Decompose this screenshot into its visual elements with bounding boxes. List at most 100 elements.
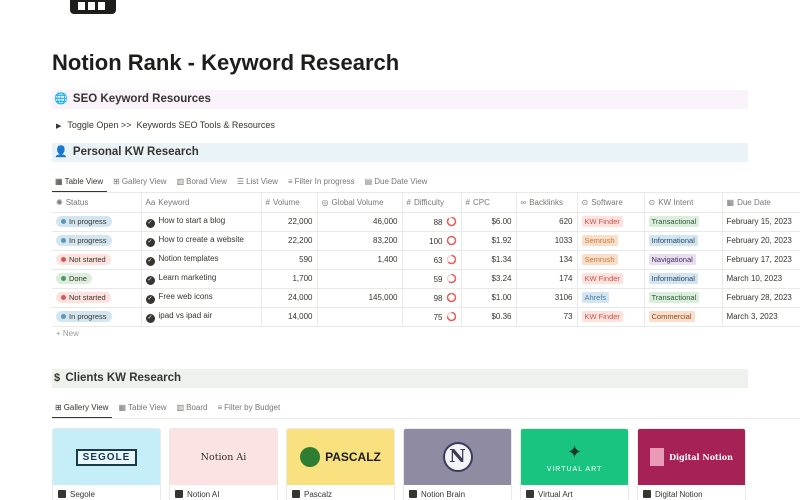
card-cover-image[interactable]: SEGOLE [53,429,160,485]
difficulty-cell[interactable]: 100 [402,231,462,251]
table-row[interactable]: Not started ✓ Notion templates 590 1,400 63 $1… [52,250,800,270]
status-badge[interactable]: In progress [56,311,112,322]
status-badge[interactable]: In progress [56,216,112,227]
card-title[interactable]: Notion AI [175,490,219,499]
client-card[interactable]: N Notion Brain [403,428,512,500]
due-date-cell[interactable]: February 17, 2023 [722,250,800,270]
software-tag[interactable]: Semrush [581,235,618,246]
backlinks-cell[interactable]: 3106 [516,288,578,308]
kw-intent-tag[interactable]: Transactional [648,216,700,227]
column-header-backlinks[interactable]: ∞ Backlinks [516,193,578,213]
card-title[interactable]: Digital Notion [643,490,703,499]
keyword-cell[interactable]: ✓ How to create a website [141,231,262,251]
status-cell[interactable]: In progress [52,307,142,327]
kw-intent-tag[interactable]: Navigational [648,254,696,265]
cpc-cell[interactable]: $6.00 [461,212,517,232]
kw-intent-tag[interactable]: Commercial [648,311,695,322]
view-tab-list-view[interactable]: ☰ List View [234,173,282,191]
volume-cell[interactable]: 1,700 [261,269,318,289]
global-volume-cell[interactable]: 46,000 [317,212,403,232]
kw-intent-cell[interactable]: Commercial [644,307,723,327]
cpc-cell[interactable]: $1.00 [461,288,517,308]
table-row[interactable]: Done ✓ Learn marketing 1,700 59 $3.24 174 KW Fi… [52,269,800,289]
client-card[interactable]: ✦ VIRTUAL ART Virtual Art [520,428,629,500]
backlinks-cell[interactable]: 134 [516,250,578,270]
software-tag[interactable]: Ahrefs [581,292,610,303]
status-badge[interactable]: Done [56,273,92,284]
view-tab-filter-in-progress[interactable]: ≡ Filter In progress [285,173,359,191]
due-date-cell[interactable]: February 28, 2023 [722,288,800,308]
due-date-cell[interactable]: March 10, 2023 [722,269,800,289]
status-cell[interactable]: Not started [52,250,142,270]
card-cover-image[interactable]: Digital Notion [638,429,745,485]
view-tab-due-date-view[interactable]: ▤ Due Date View [362,173,432,191]
card-title[interactable]: Pascalz [292,490,332,499]
toggle-triangle-icon[interactable]: ▶ [56,123,61,130]
column-header-keyword[interactable]: Aa Keyword [141,193,262,213]
view-tab-gallery-view[interactable]: ⊞ Gallery View [110,173,170,191]
status-cell[interactable]: In progress [52,212,142,232]
view-tab-board[interactable]: ▥ Board [174,399,212,417]
table-row[interactable]: In progress ✓ How to create a website 22,20… [52,231,800,251]
global-volume-cell[interactable]: 83,200 [317,231,403,251]
backlinks-cell[interactable]: 620 [516,212,578,232]
software-tag[interactable]: KW Finder [581,273,623,284]
view-tab-filter-by-budget[interactable]: ≡ Filter by Budget [215,399,285,417]
column-header-global-volume[interactable]: ◎ Global Volume [317,193,403,213]
difficulty-cell[interactable]: 88 [402,212,462,232]
keyword-cell[interactable]: ✓ Learn marketing [141,269,262,289]
cpc-cell[interactable]: $0.36 [461,307,517,327]
software-cell[interactable]: KW Finder [577,212,645,232]
table-row[interactable]: In progress ✓ How to start a blog 22,000 46,… [52,212,800,232]
kw-intent-cell[interactable]: Transactional [644,212,723,232]
client-card[interactable]: PASCALZ Pascalz [286,428,395,500]
kw-intent-tag[interactable]: Transactional [648,292,700,303]
volume-cell[interactable]: 22,000 [261,212,318,232]
global-volume-cell[interactable] [317,269,403,289]
volume-cell[interactable]: 14,000 [261,307,318,327]
column-header-difficulty[interactable]: # Difficulty [402,193,462,213]
column-header-cpc[interactable]: # CPC [461,193,517,213]
keywords-tools-toggle[interactable]: ▶ Toggle Open >> Keywords SEO Tools & Res… [56,120,275,130]
backlinks-cell[interactable]: 174 [516,269,578,289]
table-row[interactable]: In progress ✓ ipad vs ipad air 14,000 75 $0.3… [52,307,800,327]
card-title[interactable]: Notion Brain [409,490,465,499]
volume-cell[interactable]: 24,000 [261,288,318,308]
backlinks-cell[interactable]: 1033 [516,231,578,251]
due-date-cell[interactable]: February 20, 2023 [722,231,800,251]
software-tag[interactable]: KW Finder [581,216,623,227]
software-cell[interactable]: Semrush [577,231,645,251]
due-date-cell[interactable]: March 3, 2023 [722,307,800,327]
keyword-cell[interactable]: ✓ Notion templates [141,250,262,270]
client-card[interactable]: SEGOLE Segole [52,428,161,500]
status-badge[interactable]: Not started [56,292,111,303]
client-card[interactable]: Digital Notion Digital Notion [637,428,746,500]
column-header-software[interactable]: ⊙ Software [577,193,645,213]
software-cell[interactable]: Semrush [577,250,645,270]
view-tab-gallery-view[interactable]: ⊞ Gallery View [52,399,113,419]
status-cell[interactable]: Not started [52,288,142,308]
difficulty-cell[interactable]: 63 [402,250,462,270]
view-tab-table-view[interactable]: ▦ Table View [52,173,108,193]
card-cover-image[interactable]: ✦ VIRTUAL ART [521,429,628,485]
card-cover-image[interactable]: N [404,429,511,485]
kw-intent-cell[interactable]: Transactional [644,288,723,308]
due-date-cell[interactable]: February 15, 2023 [722,212,800,232]
global-volume-cell[interactable]: 1,400 [317,250,403,270]
volume-cell[interactable]: 590 [261,250,318,270]
keyword-cell[interactable]: ✓ Free web icons [141,288,262,308]
card-cover-image[interactable]: PASCALZ [287,429,394,485]
column-header-kw-intent[interactable]: ⊙ KW Intent [644,193,723,213]
cpc-cell[interactable]: $1.34 [461,250,517,270]
card-cover-image[interactable]: Notion Ai [170,429,277,485]
column-header-volume[interactable]: # Volume [261,193,318,213]
kw-intent-tag[interactable]: Informational [648,235,698,246]
view-tab-table-view[interactable]: ▦ Table View [115,399,170,417]
status-cell[interactable]: In progress [52,231,142,251]
volume-cell[interactable]: 22,200 [261,231,318,251]
view-tab-borad-view[interactable]: ▥ Borad View [174,173,231,191]
software-cell[interactable]: KW Finder [577,269,645,289]
cpc-cell[interactable]: $1.92 [461,231,517,251]
keyword-cell[interactable]: ✓ ipad vs ipad air [141,307,262,327]
new-row-button[interactable]: + New [56,329,79,338]
